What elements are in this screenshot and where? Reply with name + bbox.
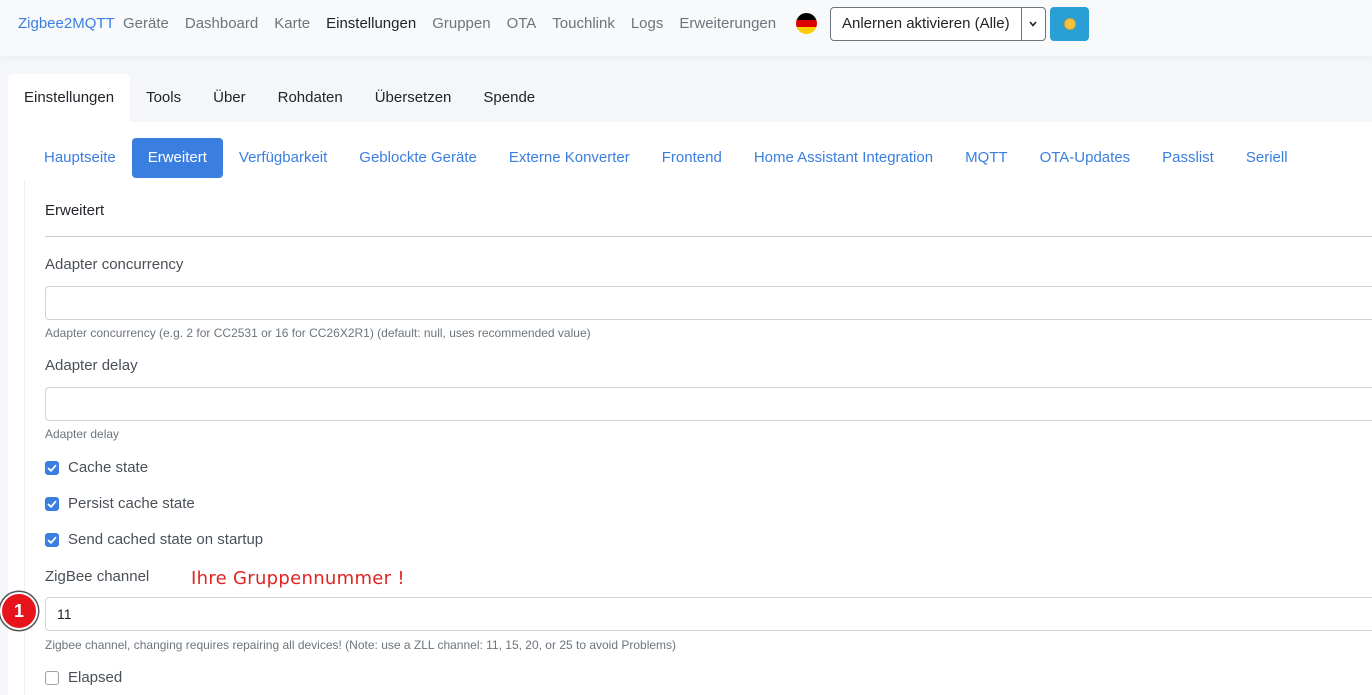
advanced-settings-pane: Erweitert Adapter concurrency Adapter co… xyxy=(24,180,1372,695)
send-cached-state-checkbox[interactable] xyxy=(45,532,59,547)
flag-stripe-black xyxy=(796,13,817,20)
subtab-external-converters[interactable]: Externe Konverter xyxy=(493,138,646,178)
tab-tools[interactable]: Tools xyxy=(130,74,197,122)
nav-link-extensions[interactable]: Erweiterungen xyxy=(679,15,776,32)
tab-donate[interactable]: Spende xyxy=(467,74,551,122)
subtab-frontend[interactable]: Frontend xyxy=(646,138,738,178)
check-icon xyxy=(47,500,57,508)
elapsed-row[interactable]: Elapsed xyxy=(45,669,122,686)
permit-join-button[interactable]: Anlernen aktivieren (Alle) xyxy=(831,8,1021,40)
tab-raw-data[interactable]: Rohdaten xyxy=(262,74,359,122)
tab-settings[interactable]: Einstellungen xyxy=(8,74,131,122)
zigbee-channel-input[interactable] xyxy=(45,597,1372,631)
cache-state-checkbox[interactable] xyxy=(45,460,59,475)
persist-cache-state-checkbox[interactable] xyxy=(45,496,59,511)
subtab-ota-updates[interactable]: OTA-Updates xyxy=(1024,138,1147,178)
flag-stripe-red xyxy=(796,20,817,27)
subtab-availability[interactable]: Verfügbarkeit xyxy=(223,138,343,178)
nav-link-groups[interactable]: Gruppen xyxy=(432,15,490,32)
permit-join-dropdown-toggle[interactable] xyxy=(1020,8,1045,40)
adapter-delay-input[interactable] xyxy=(45,387,1372,421)
subtab-advanced[interactable]: Erweitert xyxy=(131,138,223,178)
elapsed-checkbox[interactable] xyxy=(45,670,59,685)
subtab-home-assistant[interactable]: Home Assistant Integration xyxy=(738,138,949,178)
nav-link-dashboard[interactable]: Dashboard xyxy=(185,15,258,32)
section-legend: Erweitert xyxy=(45,202,105,219)
brand-link[interactable]: Zigbee2MQTT xyxy=(18,15,115,32)
nav-link-map[interactable]: Karte xyxy=(274,15,310,32)
send-cached-state-row[interactable]: Send cached state on startup xyxy=(45,531,263,548)
adapter-concurrency-help: Adapter concurrency (e.g. 2 for CC2531 o… xyxy=(45,326,591,340)
settings-sub-tabs: Hauptseite Erweitert Verfügbarkeit Geblo… xyxy=(28,138,1304,178)
nav-link-ota[interactable]: OTA xyxy=(507,15,537,32)
chevron-down-icon xyxy=(1029,21,1037,27)
flag-stripe-gold xyxy=(796,27,817,34)
legend-divider xyxy=(45,236,1372,237)
adapter-concurrency-input[interactable] xyxy=(45,286,1372,320)
subtab-passlist[interactable]: Passlist xyxy=(1146,138,1230,178)
settings-main-tabs: Einstellungen Tools Über Rohdaten Überse… xyxy=(8,74,551,122)
zigbee-channel-help: Zigbee channel, changing requires repair… xyxy=(45,638,677,652)
annotation-text: Ihre Gruppennummer ! xyxy=(191,568,405,589)
persist-cache-state-label: Persist cache state xyxy=(68,495,195,512)
subtab-blocked-devices[interactable]: Geblockte Geräte xyxy=(343,138,493,178)
persist-cache-state-row[interactable]: Persist cache state xyxy=(45,495,195,512)
main-nav: Geräte Dashboard Karte Einstellungen Gru… xyxy=(123,15,792,32)
adapter-delay-label: Adapter delay xyxy=(45,357,138,374)
annotation-marker: 1 xyxy=(0,592,38,630)
zigbee-channel-label: ZigBee channel xyxy=(45,568,150,585)
settings-card: Hauptseite Erweitert Verfügbarkeit Geblo… xyxy=(8,122,1372,695)
tab-translate[interactable]: Übersetzen xyxy=(359,74,468,122)
permit-join-group: Anlernen aktivieren (Alle) xyxy=(830,7,1046,41)
top-navbar: Zigbee2MQTT Geräte Dashboard Karte Einst… xyxy=(0,0,1372,57)
adapter-delay-help: Adapter delay xyxy=(45,427,120,441)
check-icon xyxy=(47,464,57,472)
elapsed-label: Elapsed xyxy=(68,669,123,686)
theme-switch-button[interactable] xyxy=(1050,7,1089,41)
nav-link-devices[interactable]: Geräte xyxy=(123,15,169,32)
german-flag-icon[interactable] xyxy=(796,13,817,34)
send-cached-state-label: Send cached state on startup xyxy=(68,531,264,548)
check-icon xyxy=(47,536,57,544)
cache-state-label: Cache state xyxy=(68,459,149,476)
nav-link-logs[interactable]: Logs xyxy=(631,15,664,32)
subtab-main[interactable]: Hauptseite xyxy=(28,138,132,178)
nav-link-settings[interactable]: Einstellungen xyxy=(326,15,416,32)
adapter-concurrency-label: Adapter concurrency xyxy=(45,256,184,273)
sun-icon xyxy=(1063,18,1076,30)
subtab-mqtt[interactable]: MQTT xyxy=(949,138,1024,178)
cache-state-row[interactable]: Cache state xyxy=(45,459,148,476)
tab-about[interactable]: Über xyxy=(197,74,262,122)
subtab-serial[interactable]: Seriell xyxy=(1230,138,1304,178)
nav-link-touchlink[interactable]: Touchlink xyxy=(552,15,615,32)
